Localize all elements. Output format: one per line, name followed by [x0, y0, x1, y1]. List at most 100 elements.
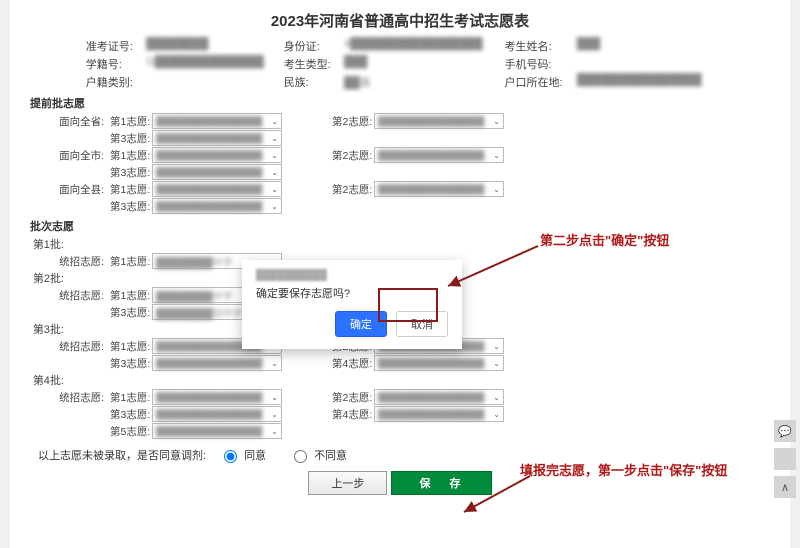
chevron-down-icon: ⌄ [271, 134, 278, 143]
track-label: 统招志愿: [30, 339, 110, 354]
choice1-label: 第1志愿: [110, 339, 152, 354]
province-choice2-select[interactable]: ███████████████⌄ [374, 113, 504, 129]
choice3-label: 第3志愿: [110, 356, 152, 371]
annotation-step2-text: 第二步点击"确定"按钮 [540, 230, 669, 249]
choice2-label: 第2志愿: [332, 148, 374, 163]
choice2-label: 第2志愿: [332, 114, 374, 129]
choice2-label: 第2志愿: [332, 182, 374, 197]
track-label: 统招志愿: [30, 390, 110, 405]
choice3-label: 第3志愿: [110, 407, 152, 422]
b4-choice3-select[interactable]: ███████████████⌄ [152, 406, 282, 422]
type-value: ███ [340, 55, 501, 73]
chevron-down-icon: ⌄ [271, 117, 278, 126]
choice1-label: 第1志愿: [110, 254, 152, 269]
chevron-down-icon: ⌄ [271, 202, 278, 211]
student-info: 准考证号: ████████ 身份证: 4█████████████████ 考… [82, 37, 718, 91]
name-label: 考生姓名: [501, 37, 573, 55]
batch1-label: 第1批: [30, 236, 70, 252]
choice5-label: 第5志愿: [110, 424, 152, 439]
track-label: 统招志愿: [30, 254, 110, 269]
annotation-step1-text: 填报完志愿，第一步点击"保存"按钮 [520, 460, 727, 479]
choice1-label: 第1志愿: [110, 114, 152, 129]
batch2-label: 第2批: [30, 270, 70, 286]
exam-id-label: 准考证号: [82, 37, 142, 55]
dialog-cancel-button[interactable]: 取消 [396, 311, 448, 337]
city-choice2-select[interactable]: ███████████████⌄ [374, 147, 504, 163]
track-label: 统招志愿: [30, 288, 110, 303]
batch4-label: 第4批: [30, 372, 70, 388]
phone-label: 手机号码: [501, 55, 573, 73]
choice1-label: 第1志愿: [110, 148, 152, 163]
choice1-label: 第1志愿: [110, 288, 152, 303]
city-choice1-select[interactable]: ███████████████⌄ [152, 147, 282, 163]
idcard-label: 身份证: [280, 37, 340, 55]
exam-id-value: ████████ [142, 37, 280, 55]
hukou-cat-label: 户籍类别: [82, 73, 142, 91]
chevron-down-icon: ⌄ [493, 410, 500, 419]
student-code-value: G██████████████ [142, 55, 280, 73]
confirm-dialog: ██████████ 确定要保存志愿吗? 确定 取消 [242, 260, 462, 349]
b3-choice4-select[interactable]: ███████████████⌄ [374, 355, 504, 371]
choice1-label: 第1志愿: [110, 390, 152, 405]
idcard-value: 4█████████████████ [340, 37, 501, 55]
province-choice3-select[interactable]: ███████████████⌄ [152, 130, 282, 146]
scope-province: 面向全省: [30, 114, 110, 129]
consent-disagree-label: 不同意 [314, 447, 347, 463]
hukou-loc-value: ████████████████ [573, 73, 718, 91]
hukou-cat-value [142, 73, 280, 91]
scope-county: 面向全县: [30, 182, 110, 197]
batch3-label: 第3批: [30, 321, 70, 337]
chevron-down-icon: ⌄ [271, 410, 278, 419]
nation-value: ██族 [340, 73, 501, 91]
dialog-ok-button[interactable]: 确定 [335, 311, 387, 337]
save-button[interactable]: 保 存 [391, 471, 492, 495]
choice1-label: 第1志愿: [110, 182, 152, 197]
type-label: 考生类型: [280, 55, 340, 73]
province-choice1-select[interactable]: ███████████████⌄ [152, 113, 282, 129]
chevron-down-icon: ⌄ [271, 185, 278, 194]
choice3-label: 第3志愿: [110, 165, 152, 180]
hukou-loc-label: 户口所在地: [501, 73, 573, 91]
dialog-host: ██████████ [256, 270, 448, 281]
choice2-label: 第2志愿: [332, 390, 374, 405]
chevron-down-icon: ⌄ [271, 427, 278, 436]
chevron-down-icon: ⌄ [493, 359, 500, 368]
county-choice1-select[interactable]: ███████████████⌄ [152, 181, 282, 197]
chevron-down-icon: ⌄ [493, 151, 500, 160]
prev-button[interactable]: 上一步 [308, 471, 387, 495]
consent-question: 以上志愿未被录取，是否同意调剂: [38, 447, 206, 463]
page-title: 2023年河南省普通高中招生考试志愿表 [30, 10, 770, 31]
float-top-icon[interactable]: ∧ [774, 476, 796, 498]
b4-choice5-select[interactable]: ███████████████⌄ [152, 423, 282, 439]
city-choice3-select[interactable]: ███████████████⌄ [152, 164, 282, 180]
choice3-label: 第3志愿: [110, 305, 152, 320]
float-unknown-icon[interactable] [774, 448, 796, 470]
phone-value [573, 55, 718, 73]
float-chat-icon[interactable]: 💬 [774, 420, 796, 442]
consent-agree-label: 同意 [244, 447, 266, 463]
choice3-label: 第3志愿: [110, 199, 152, 214]
scope-city: 面向全市: [30, 148, 110, 163]
dialog-message: 确定要保存志愿吗? [256, 285, 448, 301]
pre-batch-header: 提前批志愿 [30, 95, 770, 111]
chevron-down-icon: ⌄ [271, 168, 278, 177]
b4-choice4-select[interactable]: ███████████████⌄ [374, 406, 504, 422]
choice4-label: 第4志愿: [332, 356, 374, 371]
student-code-label: 学籍号: [82, 55, 142, 73]
chevron-down-icon: ⌄ [271, 393, 278, 402]
consent-disagree-radio[interactable] [294, 450, 307, 463]
chevron-down-icon: ⌄ [271, 359, 278, 368]
consent-agree-radio[interactable] [224, 450, 237, 463]
chevron-down-icon: ⌄ [493, 185, 500, 194]
chevron-down-icon: ⌄ [493, 342, 500, 351]
county-choice3-select[interactable]: ███████████████⌄ [152, 198, 282, 214]
choice3-label: 第3志愿: [110, 131, 152, 146]
county-choice2-select[interactable]: ███████████████⌄ [374, 181, 504, 197]
b4-choice1-select[interactable]: ███████████████⌄ [152, 389, 282, 405]
chevron-down-icon: ⌄ [493, 117, 500, 126]
choice4-label: 第4志愿: [332, 407, 374, 422]
b3-choice3-select[interactable]: ███████████████⌄ [152, 355, 282, 371]
chevron-down-icon: ⌄ [271, 151, 278, 160]
name-value: ███ [573, 37, 718, 55]
b4-choice2-select[interactable]: ███████████████⌄ [374, 389, 504, 405]
